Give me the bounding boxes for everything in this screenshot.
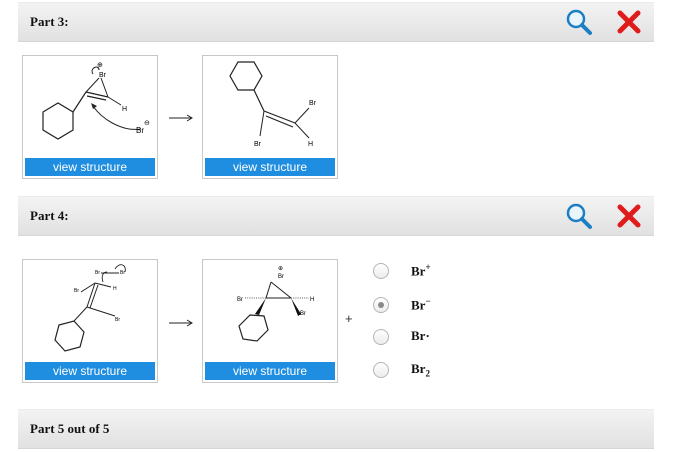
h-label: H (122, 106, 127, 113)
br-label: Br (95, 270, 100, 276)
plus-sign: + (345, 311, 353, 326)
part-4-header: Part 4: (18, 196, 654, 236)
close-x-icon[interactable] (614, 201, 644, 231)
bromonium-molecule-drawing: Br ⊕ H Br ⊖ (42, 62, 150, 140)
br-label: Br (278, 274, 284, 280)
h-label: H (308, 141, 313, 148)
view-structure-button[interactable]: view structure (25, 362, 155, 380)
reaction-arrow-icon (169, 319, 193, 327)
positive-charge-label: ⊕ (97, 62, 103, 69)
h-label: H (310, 297, 314, 303)
radio-icon[interactable] (373, 329, 389, 345)
part-4-structure-1: Br Br Br H Br view structure (22, 259, 158, 383)
magnifier-icon[interactable] (564, 7, 594, 37)
negative-charge-label: ⊖ (144, 120, 150, 127)
part-4-title: Part 4: (30, 208, 69, 223)
part-3-header: Part 3: (18, 2, 654, 42)
part-3-structure-1: Br ⊕ H Br ⊖ view structure (22, 55, 158, 179)
part-5-title: Part 5 out of 5 (30, 421, 110, 436)
part-3-title: Part 3: (30, 14, 69, 29)
close-x-icon[interactable] (614, 7, 644, 37)
magnifier-icon[interactable] (564, 201, 594, 231)
br-label: Br (309, 100, 317, 107)
h-label: H (113, 286, 117, 292)
reaction-arrow-icon (169, 114, 193, 122)
part-3-structure-2: Br Br H view structure (202, 55, 338, 179)
radio-icon[interactable] (373, 263, 389, 279)
br-label: Br (115, 317, 120, 323)
dibromoalkene-molecule-drawing: Br Br H (229, 61, 317, 148)
view-structure-button[interactable]: view structure (205, 362, 335, 380)
view-structure-button[interactable]: view structure (25, 158, 155, 176)
alkene-bromine-molecule-drawing: Br Br Br H Br (54, 264, 126, 352)
option-br2[interactable]: Br2 (373, 360, 453, 380)
positive-charge-label: ⊕ (278, 266, 283, 272)
bromonium-ion-molecule-drawing: ⊕ Br Br H Br (237, 266, 314, 342)
part-5-header: Part 5 out of 5 (18, 409, 654, 449)
br-label: Br (99, 72, 107, 79)
radio-icon[interactable] (373, 297, 389, 313)
br-label: Br (120, 270, 125, 276)
br-label: Br (300, 311, 306, 317)
bromide-label: Br (136, 126, 144, 135)
view-structure-button[interactable]: view structure (205, 158, 335, 176)
option-br-radical[interactable]: Br· (373, 327, 453, 347)
option-br-cation[interactable]: Br+ (373, 261, 453, 281)
br-label: Br (254, 141, 262, 148)
part-4-structure-2: ⊕ Br Br H Br view structure (202, 259, 338, 383)
br-label: Br (237, 297, 243, 303)
br-label: Br (74, 288, 79, 294)
option-br-anion[interactable]: Br− (373, 295, 453, 315)
radio-icon[interactable] (373, 362, 389, 378)
